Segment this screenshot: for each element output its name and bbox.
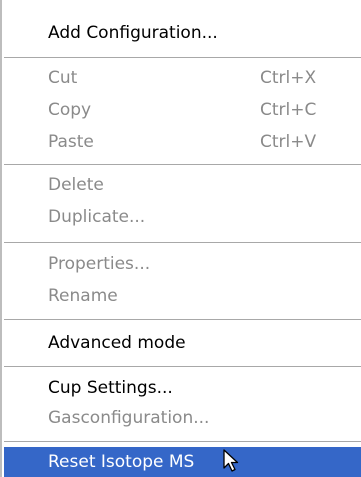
menu-item-copy[interactable]: Copy Ctrl+C: [4, 97, 361, 123]
menu-separator: [4, 164, 361, 165]
menu-item-add-configuration[interactable]: Add Configuration...: [4, 20, 361, 46]
menu-item-properties[interactable]: Properties...: [4, 251, 361, 277]
menu-item-label: Copy: [48, 100, 92, 120]
menu-item-shortcut: Ctrl+X: [260, 68, 317, 88]
menu-item-label: Add Configuration...: [48, 23, 218, 43]
menu-item-label: Rename: [48, 286, 118, 306]
mouse-pointer-icon: [223, 449, 239, 472]
menu-separator: [4, 366, 361, 367]
menu-item-label: Gasconfiguration...: [48, 408, 210, 428]
menu-item-delete[interactable]: Delete: [4, 172, 361, 198]
menu-item-duplicate[interactable]: Duplicate...: [4, 204, 361, 230]
menu-item-advanced-mode[interactable]: Advanced mode: [4, 330, 361, 356]
menu-item-label: Advanced mode: [48, 333, 186, 353]
menu-item-label: Properties...: [48, 254, 151, 274]
context-menu: Add Configuration... Cut Ctrl+X Copy Ctr…: [0, 0, 361, 477]
menu-item-rename[interactable]: Rename: [4, 283, 361, 309]
menu-item-shortcut: Ctrl+V: [260, 132, 317, 152]
menu-item-reset-isotope-ms[interactable]: Reset Isotope MS: [4, 447, 361, 477]
menu-separator: [4, 57, 361, 58]
menu-item-gasconfiguration[interactable]: Gasconfiguration...: [4, 405, 361, 431]
menu-item-paste[interactable]: Paste Ctrl+V: [4, 129, 361, 155]
menu-separator: [4, 319, 361, 320]
menu-item-label: Paste: [48, 132, 94, 152]
menu-item-label: Duplicate...: [48, 207, 146, 227]
menu-item-shortcut: Ctrl+C: [260, 100, 317, 120]
menu-item-label: Reset Isotope MS: [48, 452, 195, 472]
menu-item-label: Cut: [48, 68, 78, 88]
menu-separator: [4, 242, 361, 243]
menu-item-cut[interactable]: Cut Ctrl+X: [4, 65, 361, 91]
menu-separator: [4, 441, 361, 442]
menu-item-label: Delete: [48, 175, 104, 195]
menu-item-cup-settings[interactable]: Cup Settings...: [4, 375, 361, 401]
menu-item-label: Cup Settings...: [48, 378, 173, 398]
